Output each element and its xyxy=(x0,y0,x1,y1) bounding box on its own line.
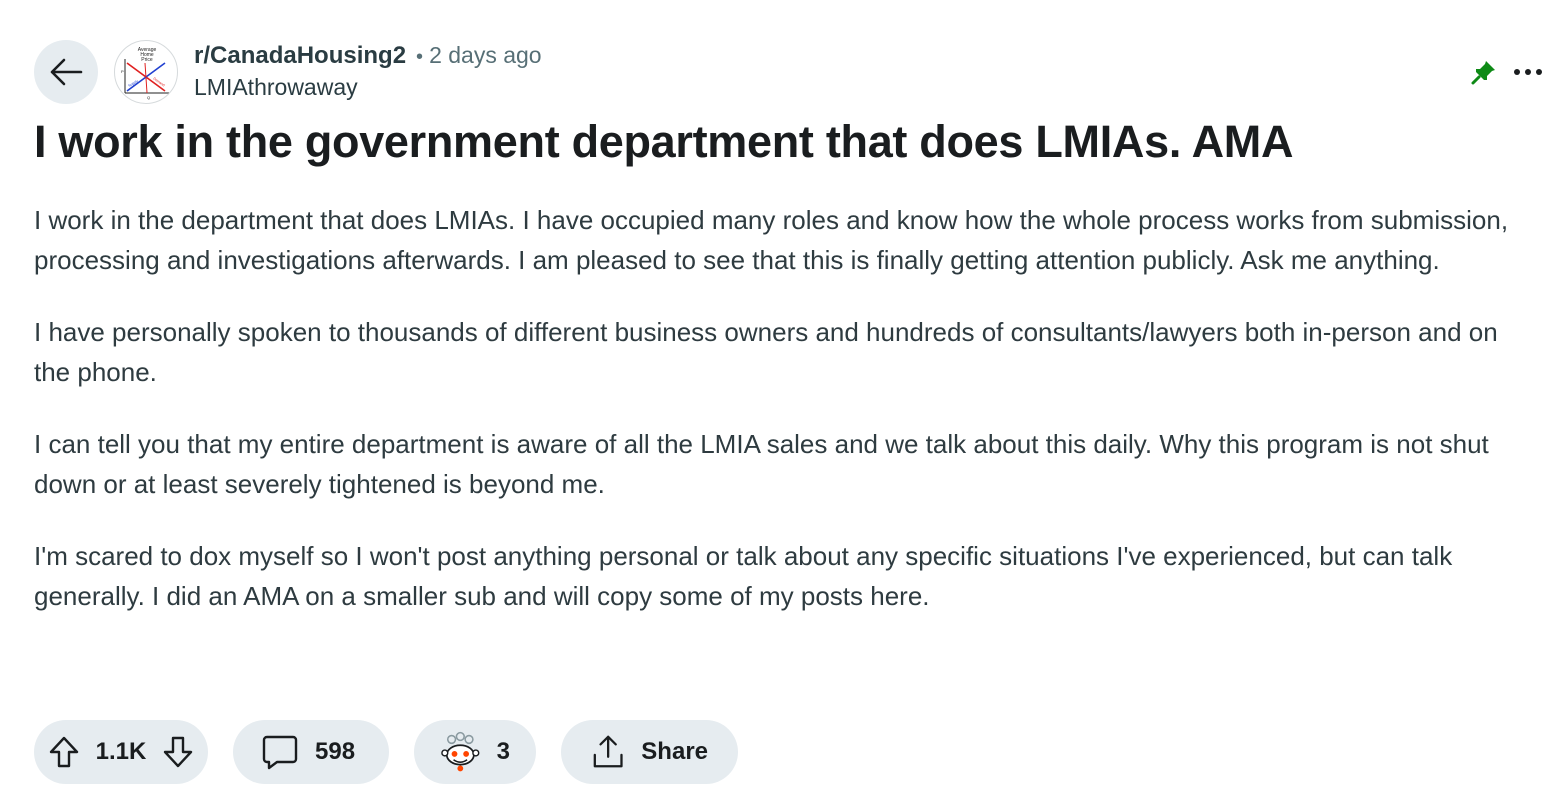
pin-icon xyxy=(1471,61,1495,85)
post-paragraph: I'm scared to dox myself so I won't post… xyxy=(34,541,1453,611)
post-paragraph: I have personally spoken to thousands of… xyxy=(34,317,1498,387)
post-paragraph: I work in the department that does LMIAs… xyxy=(34,205,1509,275)
comment-icon xyxy=(262,735,298,770)
supply-demand-logo: Average Home Price P Q Supply Demand xyxy=(121,47,171,100)
post-author[interactable]: LMIAthrowaway xyxy=(194,74,542,101)
comments-button[interactable]: 598 xyxy=(233,720,389,784)
award-count: 3 xyxy=(496,738,510,765)
upvote-icon[interactable] xyxy=(48,735,80,769)
share-button[interactable]: Share xyxy=(561,720,738,784)
logo-text-price: Price xyxy=(141,57,153,63)
post-meta-line: r/CanadaHousing2 • 2 days ago xyxy=(194,42,542,72)
action-bar: 1.1K 598 3 Share xyxy=(34,720,738,784)
more-icon xyxy=(1514,69,1542,75)
back-button[interactable] xyxy=(34,40,98,104)
subreddit-name[interactable]: r/CanadaHousing2 xyxy=(194,42,406,70)
comment-count: 598 xyxy=(315,738,356,765)
post-title: I work in the government department that… xyxy=(34,116,1294,167)
post-time: 2 days ago xyxy=(429,42,542,68)
vote-control: 1.1K xyxy=(34,720,208,784)
back-arrow-icon xyxy=(50,58,83,86)
post-meta: r/CanadaHousing2 • 2 days ago LMIAthrowa… xyxy=(194,42,542,101)
post-paragraph: I can tell you that my entire department… xyxy=(34,429,1489,499)
share-label: Share xyxy=(641,738,708,765)
award-icon xyxy=(441,731,480,772)
logo-text-q: Q xyxy=(147,95,150,100)
more-options-button[interactable] xyxy=(1508,56,1548,88)
post-view: Average Home Price P Q Supply Demand r/C… xyxy=(0,0,1566,806)
subreddit-avatar[interactable]: Average Home Price P Q Supply Demand xyxy=(114,40,178,104)
downvote-icon[interactable] xyxy=(162,735,194,769)
awards-button[interactable]: 3 xyxy=(414,720,536,784)
meta-separator: • xyxy=(416,46,424,68)
share-icon xyxy=(593,735,623,768)
vote-count: 1.1K xyxy=(95,738,147,765)
post-body: I work in the department that does LMIAs… xyxy=(34,200,1534,648)
logo-text-p: P xyxy=(121,69,124,74)
